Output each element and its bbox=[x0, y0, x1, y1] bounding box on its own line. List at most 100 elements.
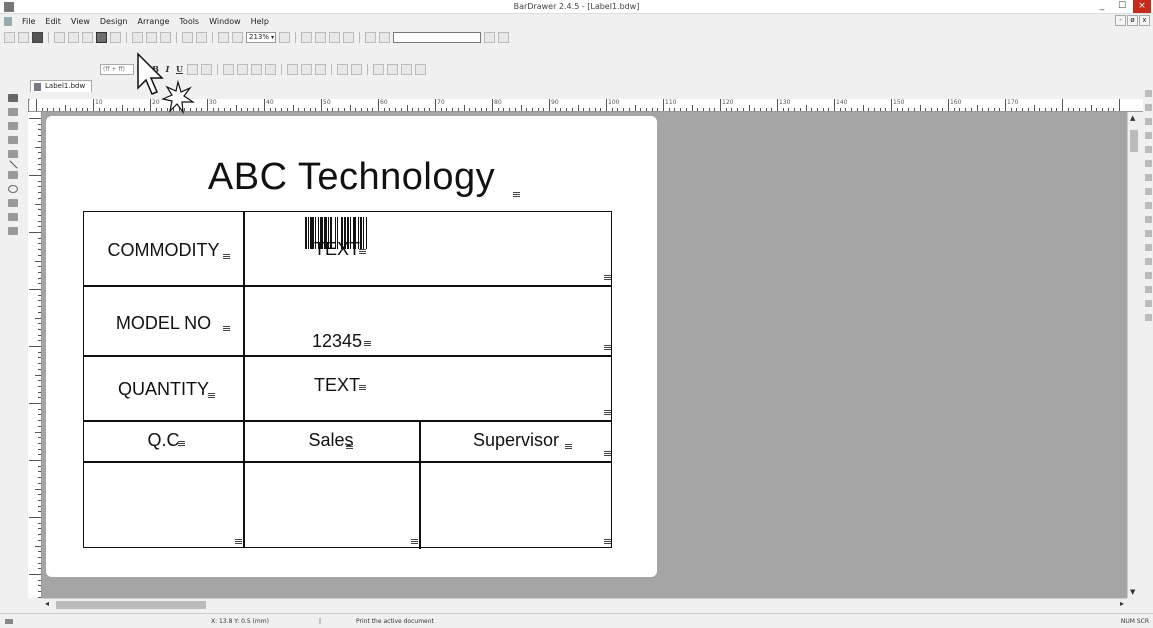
align-tool-icon[interactable] bbox=[1144, 216, 1152, 223]
next-record-icon[interactable] bbox=[484, 31, 495, 43]
new-file-icon[interactable] bbox=[4, 31, 15, 43]
align-tool-icon[interactable] bbox=[1144, 118, 1152, 125]
align-tool-icon[interactable] bbox=[1144, 188, 1152, 195]
menu-view[interactable]: View bbox=[71, 17, 90, 26]
align-tool-icon[interactable] bbox=[1144, 146, 1152, 153]
object-handle-icon[interactable] bbox=[604, 410, 611, 416]
object-handle-icon[interactable] bbox=[208, 393, 215, 399]
align-tool-icon[interactable] bbox=[1144, 258, 1152, 265]
align-right-icon[interactable] bbox=[251, 63, 262, 75]
scroll-thumb[interactable] bbox=[56, 601, 206, 609]
document-menu-icon[interactable] bbox=[4, 17, 12, 26]
save-icon[interactable] bbox=[32, 31, 43, 43]
help-icon[interactable] bbox=[343, 31, 354, 43]
align-tool-icon[interactable] bbox=[1144, 286, 1152, 293]
text-tool-icon[interactable] bbox=[8, 108, 18, 116]
properties-icon[interactable] bbox=[110, 31, 121, 43]
last-record-icon[interactable] bbox=[498, 31, 509, 43]
minimize-button[interactable]: _ bbox=[1093, 0, 1111, 13]
object-handle-icon[interactable] bbox=[411, 539, 418, 545]
label-page[interactable]: ABC Technology COMMODITY TEXT MODEL NO 1… bbox=[46, 116, 657, 577]
model-no-label[interactable]: MODEL NO bbox=[84, 313, 243, 334]
commodity-label[interactable]: COMMODITY bbox=[84, 240, 243, 261]
same-width-icon[interactable] bbox=[337, 63, 348, 75]
object-handle-icon[interactable] bbox=[178, 441, 185, 447]
object-handle-icon[interactable] bbox=[346, 444, 353, 450]
menu-tools[interactable]: Tools bbox=[179, 17, 199, 26]
menu-arrange[interactable]: Arrange bbox=[138, 17, 170, 26]
object-handle-icon[interactable] bbox=[604, 275, 611, 281]
distribute-icon[interactable] bbox=[287, 63, 298, 75]
zoom-select[interactable]: 213% ▾ bbox=[246, 31, 276, 43]
paste-icon[interactable] bbox=[160, 31, 171, 43]
sales-header[interactable]: Sales bbox=[243, 430, 419, 451]
image-tool-icon[interactable] bbox=[8, 199, 18, 207]
align-top-icon[interactable] bbox=[301, 63, 312, 75]
align-tool-icon[interactable] bbox=[1144, 90, 1152, 97]
menu-window[interactable]: Window bbox=[209, 17, 241, 26]
mdi-minimize-button[interactable]: - bbox=[1115, 15, 1126, 26]
align-tool-icon[interactable] bbox=[1144, 132, 1152, 139]
model-no-value[interactable]: 12345 bbox=[312, 331, 362, 352]
object-handle-icon[interactable] bbox=[604, 451, 611, 457]
object-handle-icon[interactable] bbox=[364, 341, 371, 347]
supervisor-header[interactable]: Supervisor bbox=[419, 430, 613, 451]
first-record-icon[interactable] bbox=[365, 31, 376, 43]
scroll-down-icon[interactable]: ▼ bbox=[1130, 588, 1135, 596]
align-tool-icon[interactable] bbox=[1144, 160, 1152, 167]
horizontal-scrollbar[interactable]: ◂ ▸ bbox=[42, 598, 1127, 610]
close-button[interactable]: × bbox=[1133, 0, 1151, 13]
pointer-tool-icon[interactable] bbox=[8, 94, 18, 102]
cut-icon[interactable] bbox=[132, 31, 143, 43]
design-canvas[interactable]: ABC Technology COMMODITY TEXT MODEL NO 1… bbox=[42, 112, 1127, 598]
scroll-right-icon[interactable]: ▸ bbox=[1120, 599, 1124, 608]
document-tab[interactable]: Label1.bdw bbox=[30, 80, 93, 92]
rectangle-tool-icon[interactable] bbox=[8, 171, 18, 179]
shape-tool-icon[interactable] bbox=[8, 213, 18, 221]
ruler-icon[interactable] bbox=[301, 31, 312, 43]
grid-icon[interactable] bbox=[315, 31, 326, 43]
scroll-up-icon[interactable]: ▲ bbox=[1130, 114, 1135, 122]
qc-header[interactable]: Q.C bbox=[84, 430, 243, 451]
align-bottom-icon[interactable] bbox=[315, 63, 326, 75]
send-back-icon[interactable] bbox=[415, 63, 426, 75]
ungroup-icon[interactable] bbox=[387, 63, 398, 75]
menu-design[interactable]: Design bbox=[100, 17, 128, 26]
same-height-icon[interactable] bbox=[351, 63, 362, 75]
print-preview-icon[interactable] bbox=[68, 31, 79, 43]
maximize-button[interactable]: ☐ bbox=[1113, 0, 1131, 13]
quantity-label[interactable]: QUANTITY bbox=[84, 379, 243, 400]
table-tool-icon[interactable] bbox=[8, 227, 18, 235]
ellipse-tool-icon[interactable] bbox=[8, 185, 18, 193]
align-tool-icon[interactable] bbox=[1144, 104, 1152, 111]
bring-front-icon[interactable] bbox=[401, 63, 412, 75]
open-folder-icon[interactable] bbox=[18, 31, 29, 43]
object-handle-icon[interactable] bbox=[359, 385, 366, 391]
object-handle-icon[interactable] bbox=[223, 326, 230, 332]
barcode-tool-icon[interactable] bbox=[8, 122, 18, 130]
mdi-restore-button[interactable]: ø bbox=[1127, 15, 1138, 26]
menu-file[interactable]: File bbox=[22, 17, 35, 26]
crosshair-tool-icon[interactable] bbox=[8, 150, 18, 158]
menu-edit[interactable]: Edit bbox=[45, 17, 61, 26]
redo-icon[interactable] bbox=[196, 31, 207, 43]
align-justify-icon[interactable] bbox=[265, 63, 276, 75]
label-table[interactable]: COMMODITY TEXT MODEL NO 12345 QUANTITY T… bbox=[83, 211, 613, 549]
previous-record-icon[interactable] bbox=[379, 31, 390, 43]
align-tool-icon[interactable] bbox=[1144, 272, 1152, 279]
object-handle-icon[interactable] bbox=[513, 192, 520, 198]
fit-page-icon[interactable] bbox=[279, 31, 290, 43]
scroll-left-icon[interactable]: ◂ bbox=[45, 599, 49, 608]
line-tool-icon[interactable] bbox=[8, 160, 18, 169]
zoom-in-icon[interactable] bbox=[218, 31, 229, 43]
align-tool-icon[interactable] bbox=[1144, 174, 1152, 181]
qr-code-tool-icon[interactable] bbox=[8, 136, 18, 144]
copy-icon[interactable] bbox=[146, 31, 157, 43]
quantity-value[interactable]: TEXT bbox=[314, 375, 360, 396]
object-handle-icon[interactable] bbox=[223, 254, 230, 260]
zoom-out-icon[interactable] bbox=[232, 31, 243, 43]
undo-icon[interactable] bbox=[182, 31, 193, 43]
barcode[interactable] bbox=[305, 217, 375, 249]
object-handle-icon[interactable] bbox=[235, 539, 242, 545]
align-left-icon[interactable] bbox=[223, 63, 234, 75]
